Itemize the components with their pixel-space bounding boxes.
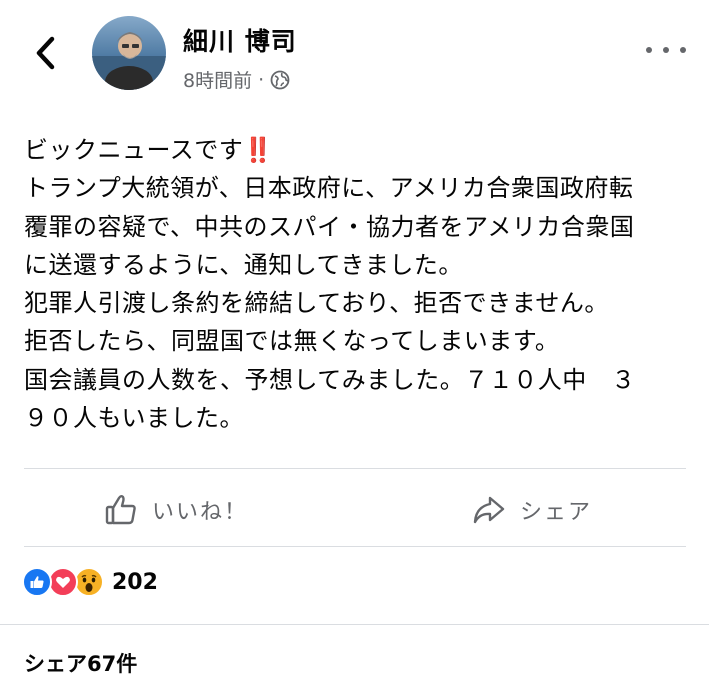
post-line: 国会議員の人数を、予想してみました。７１０人中 ３ <box>24 365 636 394</box>
share-arrow-icon <box>473 496 505 524</box>
like-button[interactable]: いいね！ <box>104 486 248 534</box>
post-meta: 8時間前 · <box>183 66 290 93</box>
heart-reaction-icon <box>48 567 78 597</box>
separator: · <box>258 68 265 91</box>
reaction-count: 202 <box>112 569 158 595</box>
more-options-button[interactable] <box>646 38 686 62</box>
share-button[interactable]: シェア <box>472 486 592 534</box>
author-name[interactable]: 細川 博司 <box>183 22 297 58</box>
wow-reaction-icon <box>74 567 104 597</box>
post-line: ビックニュースです‼️ <box>24 136 273 164</box>
back-button[interactable] <box>28 33 62 73</box>
thumbs-up-icon <box>105 495 136 525</box>
post-line: 覆罪の容疑で、中共のスパイ・協力者をアメリカ合衆国 <box>24 212 635 241</box>
post-line: トランプ大統領が、日本政府に、アメリカ合衆国政府転 <box>24 174 634 203</box>
post-line: に送還するように、通知してきました。 <box>24 250 463 279</box>
more-dot-icon <box>646 47 652 53</box>
chevron-left-icon <box>36 36 55 70</box>
double-exclamation-icon: ‼️ <box>243 136 273 164</box>
post-line: 拒否したら、同盟国では無くなってしまいます。 <box>24 327 560 356</box>
post-line: ９０人もいました。 <box>24 404 245 433</box>
post-line: 犯罪人引渡し条約を締結しており、拒否できません。 <box>24 289 609 318</box>
reactions-summary[interactable]: 202 <box>22 567 158 597</box>
divider <box>0 624 709 625</box>
share-label: シェア <box>520 500 593 525</box>
share-count[interactable]: シェア67件 <box>24 648 137 678</box>
timestamp[interactable]: 8時間前 <box>183 66 252 93</box>
divider <box>24 546 686 547</box>
post-text: ビックニュースです‼️ トランプ大統領が、日本政府に、アメリカ合衆国政府転 覆罪… <box>24 131 684 437</box>
avatar[interactable] <box>92 16 166 90</box>
more-dot-icon <box>680 47 686 53</box>
divider <box>24 468 686 469</box>
like-label: いいね！ <box>152 500 249 525</box>
globe-icon[interactable] <box>270 70 290 90</box>
like-reaction-icon <box>22 567 52 597</box>
more-dot-icon <box>663 47 669 53</box>
